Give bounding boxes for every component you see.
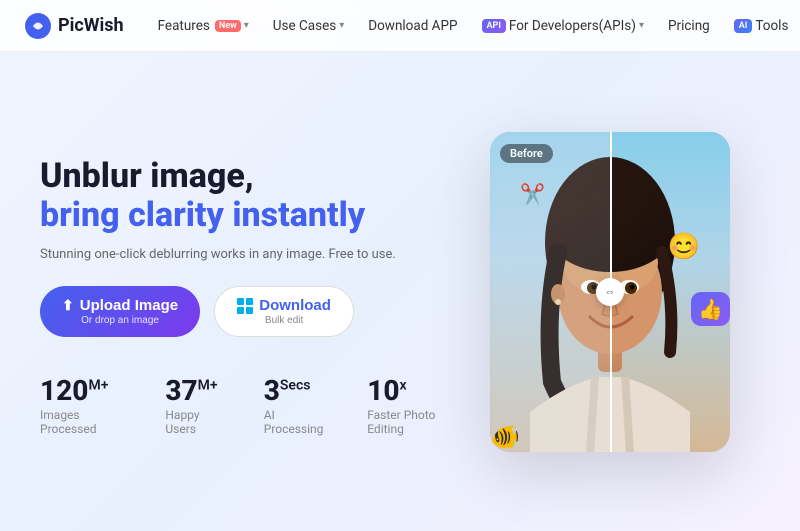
nav-item-tools[interactable]: AI Tools [724,12,799,40]
image-comparison-container: ⇔ Before After [490,132,730,452]
headline: Unblur image, bring clarity instantly [40,157,460,235]
api-badge: API [482,19,506,33]
nav-item-download[interactable]: Download APP [358,12,467,40]
chevron-down-icon: ▾ [639,20,644,31]
brand-name: PicWish [58,15,124,36]
smiley-sticker: 😊 [668,232,700,262]
nav-item-features[interactable]: Features New ▾ [148,12,259,40]
upload-icon: ⬆ [62,297,74,314]
before-label: Before [500,144,553,163]
trophy-sticker: 👍 [691,292,730,326]
hero-left: Unblur image, bring clarity instantly St… [40,147,460,436]
image-comparison-card: ⇔ Before After [490,132,730,452]
stats-row: 120M+ Images Processed 37M+ Happy Users … [40,377,460,436]
comparison-handle[interactable]: ⇔ [596,278,624,306]
new-badge: New [215,20,241,32]
chevron-down-icon: ▾ [244,20,249,31]
stat-speed: 3Secs AI Processing [264,377,328,436]
fish-sticker: 🐠 [490,423,520,451]
logo[interactable]: PicWish [24,12,124,40]
stat-users: 37M+ Happy Users [165,377,223,436]
nav-items: Features New ▾ Use Cases ▾ Download APP … [148,12,799,40]
hero-right: ✦ ✦ ✂️ 😊 👍 🐠 [460,52,760,531]
scissors-sticker: ✂️ [520,182,545,206]
ai-badge: AI [734,19,753,33]
stat-images: 120M+ Images Processed [40,377,125,436]
chevron-down-icon: ▾ [339,20,344,31]
windows-icon [237,298,253,314]
download-button[interactable]: Download Bulk edit [214,286,354,337]
cta-buttons: ⬆ Upload Image Or drop an image Download… [40,286,460,337]
hero-subtext: Stunning one-click deblurring works in a… [40,247,460,262]
navbar: PicWish Features New ▾ Use Cases ▾ Downl… [0,0,800,52]
nav-item-api[interactable]: API For Developers(APIs) ▾ [472,12,654,40]
stat-editing: 10x Faster Photo Editing [367,377,460,436]
nav-item-pricing[interactable]: Pricing [658,12,720,40]
nav-item-use-cases[interactable]: Use Cases ▾ [263,12,354,40]
upload-button[interactable]: ⬆ Upload Image Or drop an image [40,286,200,337]
main-content: Unblur image, bring clarity instantly St… [0,52,800,531]
